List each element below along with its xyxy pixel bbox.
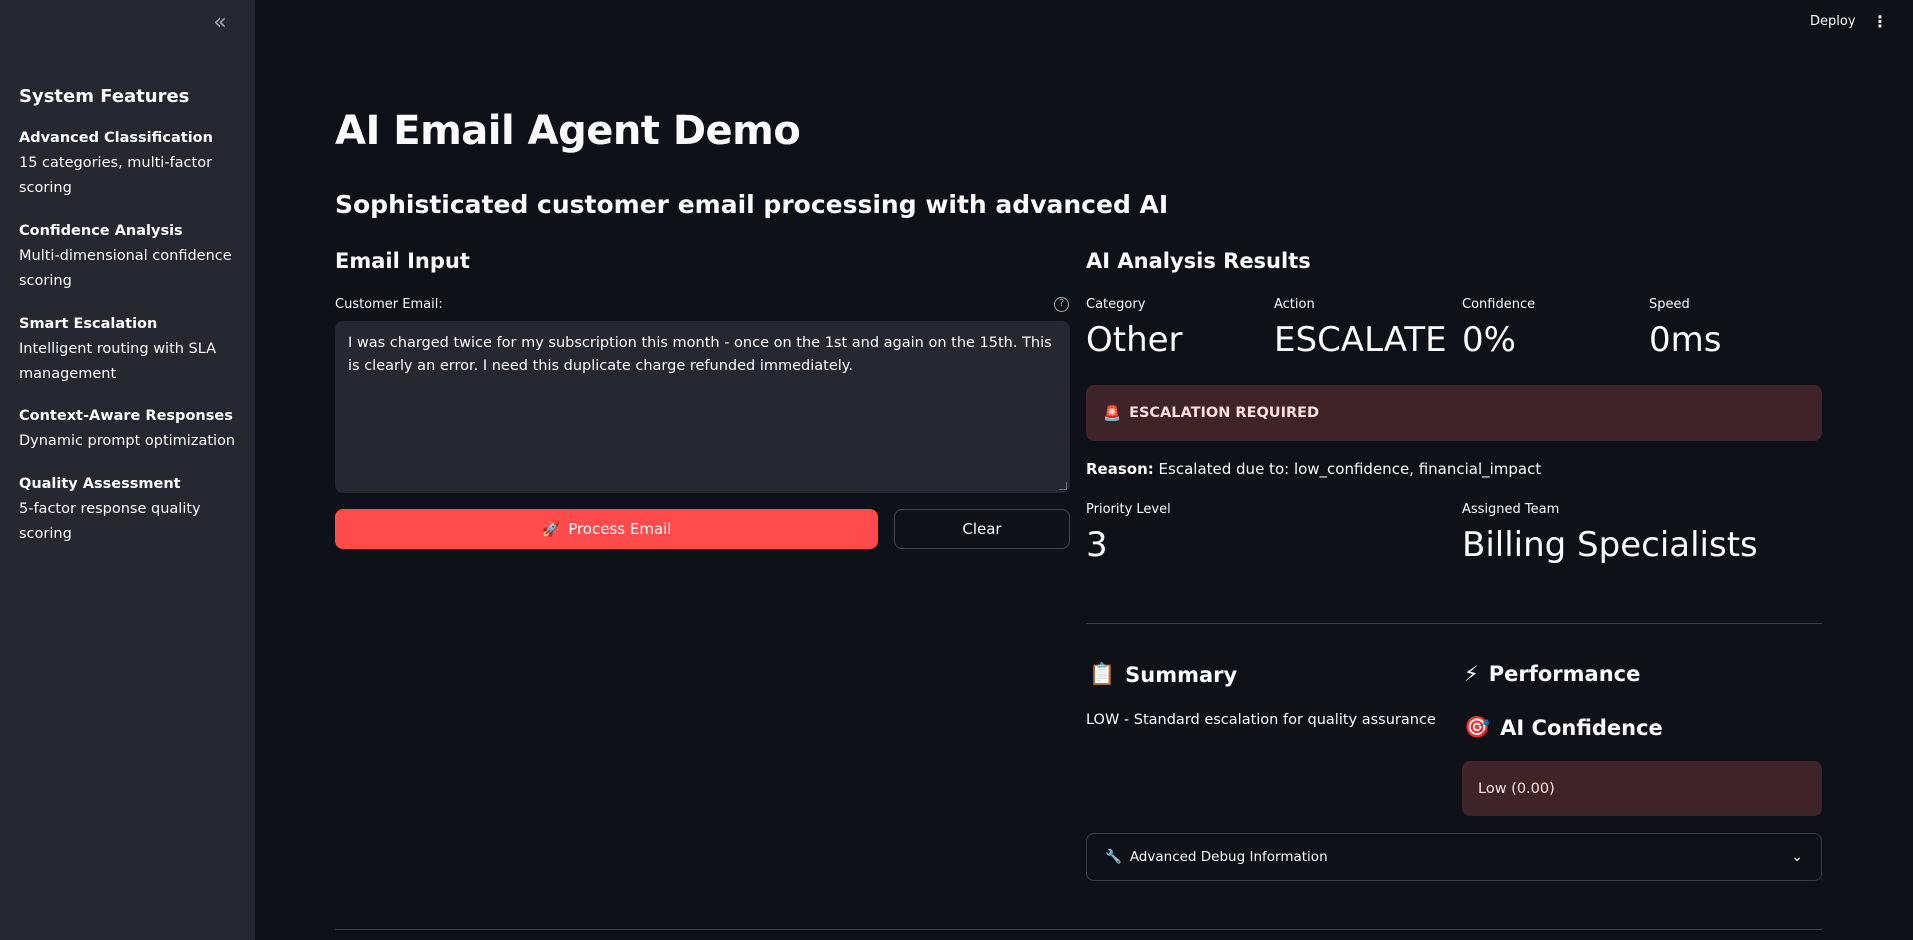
metric-label-speed: Speed — [1649, 297, 1690, 312]
feature-desc: Intelligent routing with SLA management — [19, 341, 217, 382]
main-menu-icon[interactable]: ⋮ — [1872, 12, 1888, 31]
chevron-down-icon: ⌄ — [1791, 849, 1803, 865]
feature-name: Confidence Analysis — [19, 223, 183, 239]
reason-text: Escalated due to: low_confidence, financ… — [1158, 460, 1542, 478]
sidebar: « System Features Advanced Classificatio… — [0, 0, 255, 940]
wrench-icon: 🔧 — [1105, 849, 1122, 865]
feature-context-aware-responses: Context-Aware Responses Dynamic prompt o… — [19, 404, 239, 454]
feature-desc: Dynamic prompt optimization — [19, 433, 236, 449]
page-subtitle: Sophisticated customer email processing … — [335, 190, 1169, 219]
bottom-divider — [335, 929, 1822, 930]
resize-handle-icon[interactable] — [1059, 482, 1067, 490]
debug-expander[interactable]: 🔧 Advanced Debug Information ⌄ — [1086, 833, 1822, 881]
ai-confidence-heading-text: AI Confidence — [1500, 715, 1663, 740]
lightning-icon: ⚡ — [1464, 662, 1479, 686]
deploy-button[interactable]: Deploy — [1810, 14, 1856, 29]
feature-name: Advanced Classification — [19, 130, 213, 146]
target-icon: 🎯 — [1464, 715, 1491, 739]
metric-label-category: Category — [1086, 297, 1146, 312]
summary-text: LOW - Standard escalation for quality as… — [1086, 712, 1436, 728]
email-input-heading: Email Input — [335, 249, 470, 273]
ai-confidence-heading: 🎯 AI Confidence — [1464, 715, 1663, 740]
debug-label: Advanced Debug Information — [1129, 849, 1328, 865]
divider — [1086, 623, 1822, 624]
priority-label: Priority Level — [1086, 502, 1171, 517]
clear-button[interactable]: Clear — [894, 509, 1070, 549]
metric-label-confidence: Confidence — [1462, 297, 1536, 312]
confidence-text: Low (0.00) — [1478, 780, 1555, 797]
metric-label-action: Action — [1274, 297, 1315, 312]
page-title: AI Email Agent Demo — [335, 108, 801, 154]
help-icon[interactable]: ? — [1054, 297, 1069, 312]
team-value: Billing Specialists — [1462, 525, 1758, 565]
metric-value-category: Other — [1086, 320, 1183, 360]
feature-smart-escalation: Smart Escalation Intelligent routing wit… — [19, 312, 239, 387]
escalation-text: ESCALATION REQUIRED — [1129, 405, 1320, 421]
feature-name: Smart Escalation — [19, 316, 158, 332]
metric-value-action: ESCALATE — [1274, 320, 1447, 360]
metric-value-confidence: 0% — [1462, 320, 1516, 360]
collapse-sidebar-icon[interactable]: « — [208, 12, 232, 36]
siren-icon: 🚨 — [1103, 405, 1122, 422]
team-label: Assigned Team — [1462, 502, 1560, 517]
summary-heading: 📋 Summary — [1089, 662, 1237, 687]
feature-name: Quality Assessment — [19, 476, 181, 492]
process-email-button[interactable]: 🚀 Process Email — [335, 509, 878, 549]
feature-advanced-classification: Advanced Classification 15 categories, m… — [19, 126, 239, 201]
process-email-label: Process Email — [568, 520, 672, 538]
feature-desc: 5-factor response quality scoring — [19, 501, 201, 542]
sidebar-title: System Features — [19, 86, 190, 107]
confidence-alert: Low (0.00) — [1462, 761, 1822, 816]
summary-heading-text: Summary — [1125, 662, 1238, 687]
feature-quality-assessment: Quality Assessment 5-factor response qua… — [19, 472, 239, 547]
rocket-icon: 🚀 — [541, 520, 561, 538]
escalation-reason: Reason: Escalated due to: low_confidence… — [1086, 460, 1541, 478]
feature-desc: Multi-dimensional confidence scoring — [19, 248, 232, 289]
escalation-alert: 🚨 ESCALATION REQUIRED — [1086, 385, 1822, 441]
metric-value-speed: 0ms — [1649, 320, 1722, 360]
feature-name: Context-Aware Responses — [19, 408, 233, 424]
customer-email-textarea[interactable]: I was charged twice for my subscription … — [335, 321, 1070, 493]
results-heading: AI Analysis Results — [1086, 249, 1311, 273]
feature-desc: 15 categories, multi-factor scoring — [19, 155, 213, 196]
feature-confidence-analysis: Confidence Analysis Multi-dimensional co… — [19, 219, 239, 294]
customer-email-label: Customer Email: — [335, 297, 443, 312]
performance-heading-text: Performance — [1488, 662, 1641, 686]
clipboard-icon: 📋 — [1089, 662, 1116, 686]
performance-heading: ⚡ Performance — [1464, 662, 1640, 686]
reason-label: Reason: — [1086, 460, 1154, 478]
priority-value: 3 — [1086, 525, 1108, 565]
